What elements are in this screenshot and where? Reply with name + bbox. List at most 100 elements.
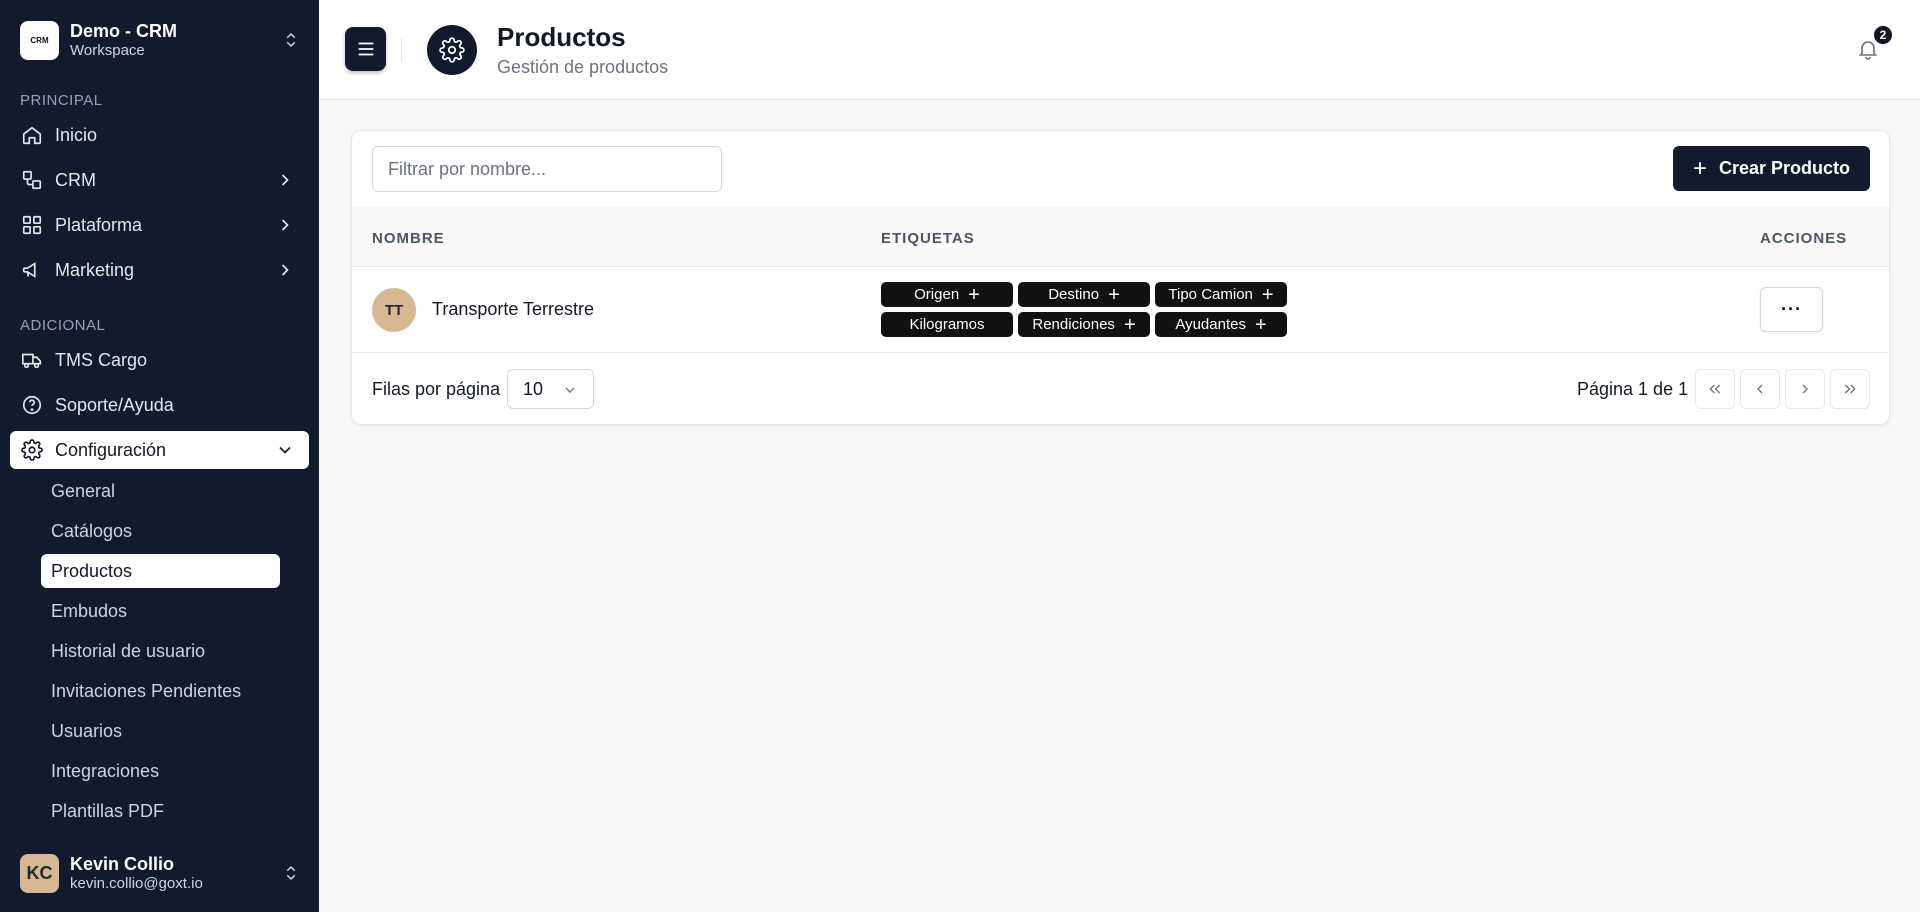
gear-icon [20, 438, 44, 462]
sidebar-item-label: Inicio [55, 124, 98, 145]
workspace-subtitle: Workspace [70, 41, 145, 59]
pagination: Filas por página 10 Página 1 de 1 [352, 353, 1889, 425]
chevrons-up-down-icon [286, 32, 296, 48]
first-page-button[interactable] [1695, 369, 1735, 409]
sidebar-item-label: TMS Cargo [55, 349, 148, 370]
product-avatar: TT [372, 288, 416, 332]
plus-icon: + [1261, 283, 1274, 306]
previous-page-button[interactable] [1740, 369, 1780, 409]
sidebar-item-inicio[interactable]: Inicio [10, 116, 309, 154]
megaphone-icon [20, 258, 44, 282]
page-subtitle: Gestión de productos [497, 57, 669, 77]
column-header-etiquetas: ETIQUETAS [881, 230, 975, 247]
workflow-icon [20, 168, 44, 192]
sidebar: CRM Demo - CRM Workspace PRINCIPAL Inici… [0, 0, 319, 912]
create-product-button[interactable]: + Crear Producto [1673, 146, 1870, 191]
sidebar-subitem-catalogos[interactable]: Catálogos [41, 514, 280, 548]
sidebar-item-label: Marketing [55, 259, 135, 280]
chevrons-up-down-icon [286, 865, 296, 881]
column-header-acciones: ACCIONES [1760, 230, 1848, 247]
sidebar-item-marketing[interactable]: Marketing [10, 251, 309, 289]
products-card: + Crear Producto NOMBRE ETIQUETAS ACCION… [351, 130, 1890, 425]
sidebar-item-soporte[interactable]: Soporte/Ayuda [10, 386, 309, 424]
section-label-adicional: ADICIONAL [20, 317, 106, 334]
user-menu[interactable]: KC Kevin Collio kevin.collio@goxt.io [20, 852, 300, 894]
tag-label: Kilogramos [909, 316, 985, 333]
tag-tipo-camion[interactable]: Tipo Camion + [1155, 282, 1287, 307]
workspace-name: Demo - CRM [70, 20, 177, 41]
sidebar-toggle-button[interactable] [345, 27, 386, 71]
row-actions-button[interactable]: ··· [1760, 287, 1823, 332]
chevrons-left-icon [1709, 384, 1721, 394]
filter-input[interactable] [372, 146, 722, 192]
plus-icon: + [1123, 313, 1136, 336]
sidebar-item-label: CRM [55, 169, 96, 190]
avatar: KC [20, 853, 59, 893]
gear-icon [439, 37, 465, 63]
tag-ayudantes[interactable]: Ayudantes + [1155, 312, 1287, 337]
notification-badge: 2 [1874, 26, 1892, 44]
plus-icon: + [1108, 283, 1120, 306]
home-icon [20, 123, 44, 147]
chevrons-right-icon [1844, 384, 1856, 394]
sidebar-item-configuracion[interactable]: Configuración [10, 431, 309, 469]
rows-per-page-label: Filas por página [372, 379, 501, 399]
create-product-label: Crear Producto [1718, 158, 1851, 178]
workspace-switcher[interactable]: CRM Demo - CRM Workspace [20, 20, 300, 60]
column-header-nombre: NOMBRE [372, 230, 445, 247]
workspace-logo: CRM [20, 20, 59, 60]
menu-icon [358, 42, 373, 56]
user-email: kevin.collio@goxt.io [70, 874, 203, 892]
rows-per-page-select[interactable]: 10 [507, 369, 594, 409]
sidebar-item-tms-cargo[interactable]: TMS Cargo [10, 341, 309, 379]
tag-label: Origen [914, 286, 960, 303]
sidebar-subitem-plantillas[interactable]: Plantillas PDF [41, 794, 280, 828]
workspace-logo-text: CRM [30, 35, 49, 45]
page-header: Productos Gestión de productos 2 [319, 0, 1920, 100]
tag-label: Destino [1048, 286, 1100, 303]
truck-icon [20, 348, 44, 372]
section-label-principal: PRINCIPAL [20, 92, 103, 109]
sidebar-subitem-historial[interactable]: Historial de usuario [41, 634, 280, 668]
tag-label: Rendiciones [1032, 316, 1115, 333]
tag-origen[interactable]: Origen + [881, 282, 1013, 307]
sidebar-subitem-invitaciones[interactable]: Invitaciones Pendientes [41, 674, 280, 708]
tag-label: Ayudantes [1175, 316, 1246, 333]
sidebar-subitem-usuarios[interactable]: Usuarios [41, 714, 280, 748]
chevron-right-icon [281, 174, 289, 186]
chevron-down-icon [279, 446, 291, 454]
table-row: TT Transporte Terrestre Origen + Destino +… [352, 267, 1889, 353]
product-name: Transporte Terrestre [432, 299, 595, 319]
sidebar-item-label: Soporte/Ayuda [55, 394, 174, 415]
plus-icon: + [1254, 313, 1267, 336]
sidebar-subitem-productos[interactable]: Productos [41, 554, 280, 588]
product-tags: Origen + Destino + Tipo Camion + Kilogramos… [881, 282, 1301, 337]
rows-per-page-value: 10 [523, 378, 544, 399]
next-page-button[interactable] [1785, 369, 1825, 409]
tag-label: Tipo Camion [1168, 286, 1253, 303]
chevron-right-icon [281, 264, 289, 276]
sidebar-subitem-general[interactable]: General [41, 474, 280, 508]
chevron-left-icon [1757, 384, 1763, 394]
sidebar-item-label: Configuración [55, 439, 167, 460]
chevron-right-icon [1802, 384, 1808, 394]
tag-destino[interactable]: Destino + [1018, 282, 1150, 307]
user-name: Kevin Collio [70, 853, 175, 874]
page-indicator: Página 1 de 1 [1577, 379, 1689, 399]
table-header: NOMBRE ETIQUETAS ACCIONES [352, 207, 1889, 267]
sidebar-item-label: Plataforma [55, 214, 143, 235]
plus-icon: + [968, 283, 980, 306]
chevron-right-icon [281, 219, 289, 231]
sidebar-subitem-embudos[interactable]: Embudos [41, 594, 280, 628]
page-icon [427, 25, 477, 75]
tag-rendiciones[interactable]: Rendiciones + [1018, 312, 1150, 337]
tag-kilogramos[interactable]: Kilogramos+ [881, 312, 1013, 337]
sidebar-subitem-integraciones[interactable]: Integraciones [41, 754, 280, 788]
page-title: Productos [497, 22, 626, 52]
grid-icon [20, 213, 44, 237]
sidebar-item-crm[interactable]: CRM [10, 161, 309, 199]
plus-icon: + [1692, 154, 1707, 182]
help-circle-icon [20, 393, 44, 417]
sidebar-item-plataforma[interactable]: Plataforma [10, 206, 309, 244]
last-page-button[interactable] [1830, 369, 1870, 409]
